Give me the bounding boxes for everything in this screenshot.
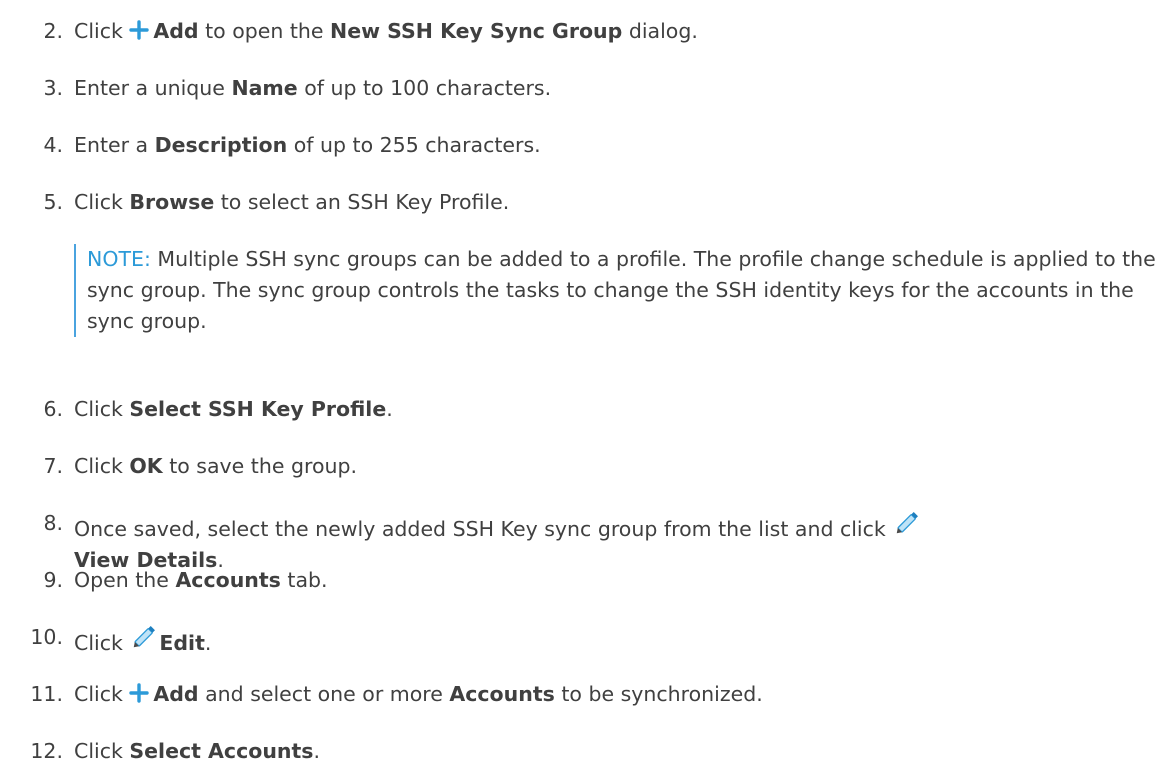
add-label: Add bbox=[153, 19, 199, 43]
step-number: 10. bbox=[30, 625, 63, 649]
pencil-icon bbox=[134, 626, 156, 648]
step-number: 11. bbox=[30, 682, 63, 706]
edit-label: Edit bbox=[159, 631, 205, 655]
step-number: 5. bbox=[43, 190, 63, 214]
step-number: 8. bbox=[43, 511, 63, 535]
field-description: Description bbox=[154, 133, 288, 157]
select-accounts-label: Select Accounts bbox=[129, 739, 314, 763]
note-text: Multiple SSH sync groups can be added to… bbox=[87, 247, 1156, 333]
step-number: 6. bbox=[43, 397, 63, 421]
browse-label: Browse bbox=[129, 190, 215, 214]
step-number: 9. bbox=[43, 568, 63, 592]
ok-label: OK bbox=[129, 454, 163, 478]
pencil-icon bbox=[897, 512, 919, 534]
note-label: NOTE: bbox=[87, 247, 151, 271]
accounts-tab-label: Accounts bbox=[175, 568, 281, 592]
step-number: 2. bbox=[43, 19, 63, 43]
step-number: 4. bbox=[43, 133, 63, 157]
step-number: 7. bbox=[43, 454, 63, 478]
plus-icon bbox=[129, 683, 150, 703]
accounts-label: Accounts bbox=[449, 682, 555, 706]
step-number: 3. bbox=[43, 76, 63, 100]
instruction-list: 2. Click Add to open the New SSH Key Syn… bbox=[0, 0, 1174, 763]
add-label: Add bbox=[153, 682, 199, 706]
note-box: NOTE: Multiple SSH sync groups can be ad… bbox=[74, 244, 1174, 337]
dialog-name: New SSH Key Sync Group bbox=[330, 19, 623, 43]
field-name: Name bbox=[231, 76, 298, 100]
select-ssh-key-profile-label: Select SSH Key Profile bbox=[129, 397, 387, 421]
plus-icon bbox=[129, 20, 150, 40]
step-number: 12. bbox=[30, 739, 63, 763]
